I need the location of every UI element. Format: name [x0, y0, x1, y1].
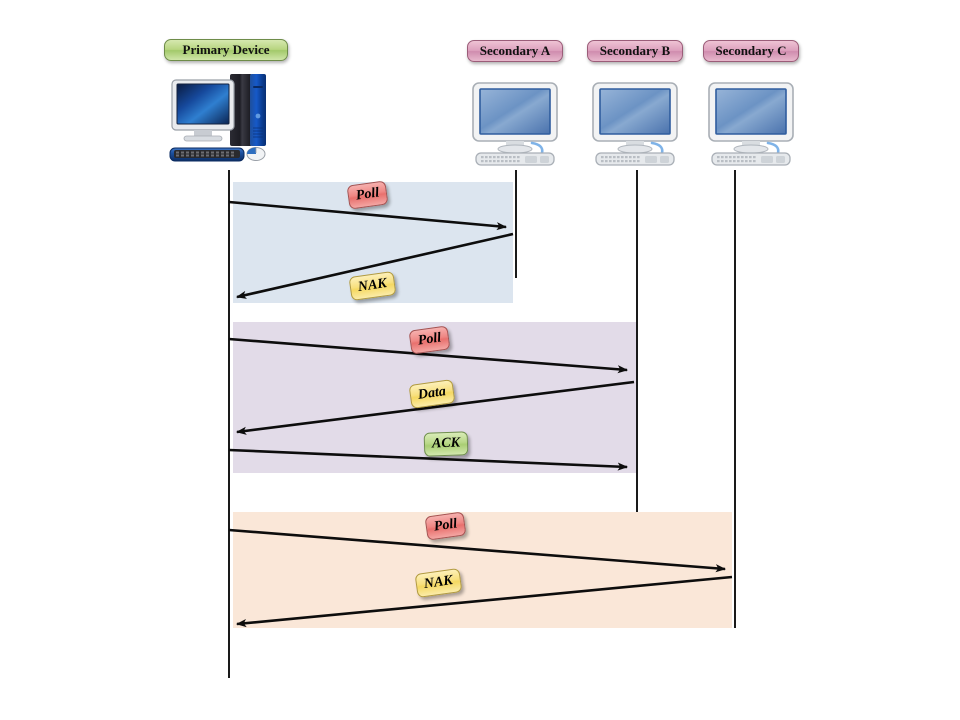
- lifeline-secondary-a: [515, 170, 517, 278]
- device-icon-secondary-a: [470, 80, 560, 170]
- phase-band-c: [233, 512, 732, 628]
- lifeline-secondary-c: [734, 170, 736, 628]
- node-label-secondary-c[interactable]: Secondary C: [703, 40, 799, 62]
- device-icon-primary: [168, 72, 288, 172]
- device-icon-secondary-b: [590, 80, 680, 170]
- device-icon-secondary-c: [706, 80, 796, 170]
- message-label-b-ack[interactable]: ACK: [423, 431, 469, 457]
- lifeline-secondary-b: [636, 170, 638, 512]
- lifeline-primary: [228, 170, 230, 678]
- node-label-secondary-b[interactable]: Secondary B: [587, 40, 683, 62]
- node-label-secondary-a[interactable]: Secondary A: [467, 40, 563, 62]
- node-label-primary[interactable]: Primary Device: [164, 39, 288, 61]
- sequence-diagram-canvas: Primary Device Secondary A Secondary B S…: [0, 0, 960, 720]
